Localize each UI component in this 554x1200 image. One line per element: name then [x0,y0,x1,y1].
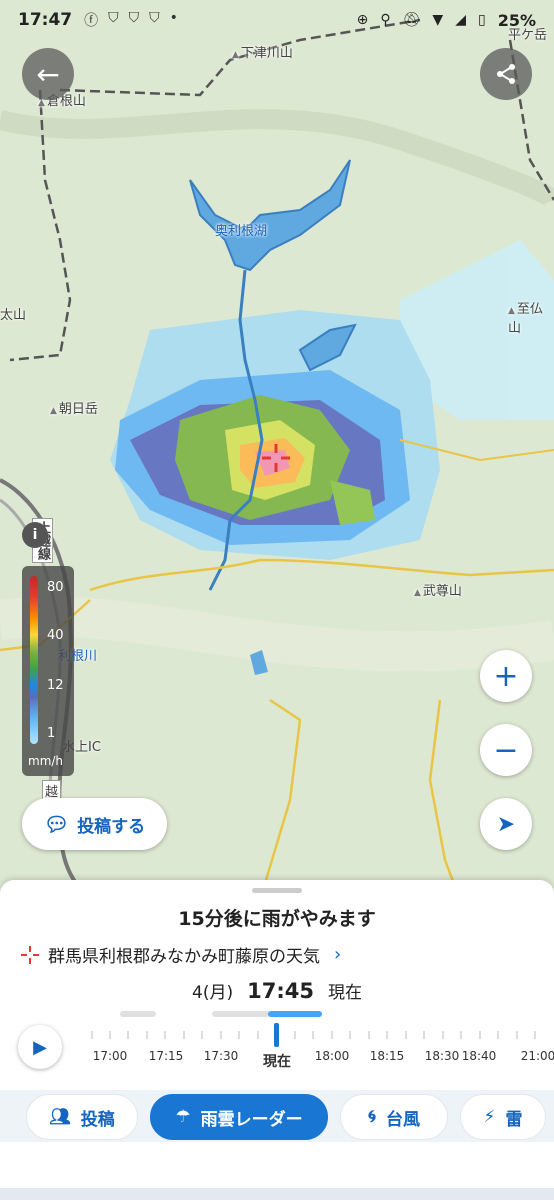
dot-icon: • [169,10,178,26]
time-label: 17:45 [247,979,314,1003]
battery-level: 25% [497,10,536,30]
arrow-left-icon: ← [36,57,60,91]
plus-icon: + [493,658,519,694]
current-location-button[interactable]: ➤ [480,798,532,850]
bottom-nav: 👥︎ 投稿 ☂ 雨雲レーダー 🌀︎ 台風 ⚡︎ 雷 [0,1090,554,1142]
map-label: 下津川山 [232,42,293,61]
legend-tick: 12 [47,678,64,693]
precipitation-legend: 80 40 12 1 mm/h [22,566,74,776]
bottom-sheet: 15分後に雨がやみます 群馬県利根郡みなかみ町藤原の天気 › 4(月) 17:4… [0,880,554,1200]
signal-icon: ◢ [455,12,466,28]
timeline-label: 17:30 [203,1049,239,1063]
battery-icon: ▯ [477,12,486,28]
share-icon [497,64,515,84]
now-label: 現在 [327,983,362,1003]
legend-unit: mm/h [28,754,64,768]
nav-typhoon-label: 台風 [386,1109,420,1130]
sheet-drag-handle[interactable] [252,888,302,893]
timeline-label: 18:15 [369,1049,405,1063]
share-button[interactable] [480,48,532,100]
post-button-label: 投稿する [77,816,146,837]
date-label: 4(月) [192,983,234,1003]
shield-icon: ⛉ [108,10,119,26]
radar-map[interactable] [0,0,554,900]
back-button[interactable]: ← [22,48,74,100]
chevron-right-icon: › [334,944,342,965]
timeline-label: 17:15 [148,1049,184,1063]
timeline-label: 18:30 [424,1049,460,1063]
map-label: 武尊山 [414,580,462,599]
location-link[interactable]: 群馬県利根郡みなかみ町藤原の天気 › [20,942,534,967]
data-saver-icon: ⊕ [356,12,369,28]
nav-typhoon-button[interactable]: 🌀︎ 台風 [340,1094,448,1140]
wifi-icon: ▼ [432,12,444,28]
map-label: 至仏山 [508,298,554,336]
nav-post-label: 投稿 [80,1109,115,1130]
map-label: 奥利根湖 [215,224,268,239]
location-icon: ⚲ [380,12,391,28]
legend-color-bar [30,576,38,744]
zoom-in-button[interactable]: + [480,650,532,702]
nav-post-button[interactable]: 👥︎ 投稿 [26,1094,138,1140]
location-marker-icon [21,945,39,964]
timeline-now-label: 現在 [263,1054,291,1070]
shield-icon: ⛉ [149,10,160,26]
lightning-icon: ⚡︎ [483,1107,496,1127]
people-icon: 👥︎ [49,1107,71,1127]
timeline-label: 18:00 [314,1049,350,1063]
status-bar: 17:47 ⓕ ⛉ ⛉ ⛉ • ⊕ ⚲ 🔕︎ ▼ ◢ ▯ 25% [0,0,554,40]
facebook-icon: ⓕ [84,13,99,29]
timeline-label: 18:40 [461,1049,497,1063]
comment-plus-icon: 💬︎ [43,812,70,836]
legend-tick: 1 [47,726,56,741]
zoom-out-button[interactable]: − [480,724,532,776]
timeline-ticks [91,1023,536,1047]
legend-tick: 80 [47,580,64,595]
forecast-message: 15分後に雨がやみます [178,908,376,930]
map-label: 太山 [0,308,27,323]
timeline-label: 21:00 [520,1049,554,1063]
typhoon-icon: 🌀︎ [368,1107,376,1127]
map-label: 朝日岳 [50,398,98,417]
status-time: 17:47 [18,10,73,30]
post-button[interactable]: 💬︎ 投稿する [22,798,167,850]
info-icon[interactable]: i [22,522,48,548]
nav-radar-label: 雨雲レーダー [200,1109,303,1130]
timeline-slider[interactable]: ▶ 17:00 17:15 17:30 現在 18:00 18:15 18:30… [0,1005,554,1075]
rain-cloud-icon: ☂ [175,1107,191,1127]
nav-thunder-button[interactable]: ⚡︎ 雷 [460,1094,546,1140]
legend-tick: 40 [47,628,64,643]
minus-icon: − [493,732,519,768]
location-name: 群馬県利根郡みなかみ町藤原の天気 [48,947,320,967]
current-time-row: 4(月) 17:45 現在 [0,978,554,1003]
nav-radar-button[interactable]: ☂ 雨雲レーダー [150,1094,328,1140]
gesture-bar-area [0,1188,554,1200]
timeline-label: 17:00 [92,1049,128,1063]
mute-icon: 🔕︎ [402,12,421,28]
shield-icon: ⛉ [128,10,140,26]
nav-thunder-label: 雷 [505,1109,523,1130]
navigation-arrow-icon: ➤ [496,811,516,837]
